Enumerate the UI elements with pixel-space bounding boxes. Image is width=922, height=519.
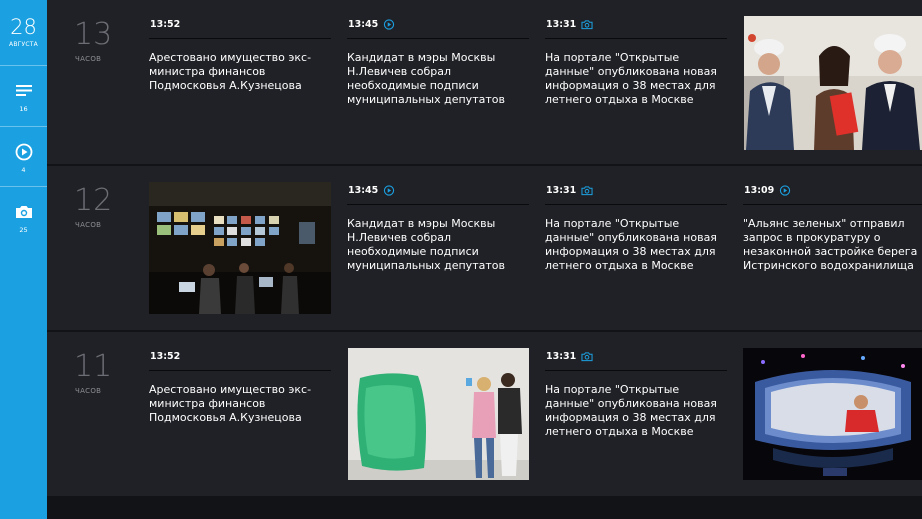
news-card[interactable]: 13:31 На портале "Открытые данные" опубл…	[545, 166, 727, 330]
sidebar-item-video[interactable]: 4	[0, 126, 47, 187]
divider	[545, 370, 727, 371]
news-count: 16	[19, 105, 28, 113]
play-icon	[779, 185, 791, 196]
date-day: 28	[10, 15, 37, 39]
news-card[interactable]: 13:52 Арестовано имущество экс-министра …	[149, 0, 331, 164]
hour-row-12: 12 ЧАСОВ 13:45 Кандидат в мэры Москвы Н.…	[47, 166, 922, 330]
video-count: 4	[21, 166, 26, 174]
news-card[interactable]: 13:52 Арестовано имущество экс-министра …	[149, 332, 331, 496]
sidebar-item-news[interactable]: 16	[0, 65, 47, 126]
news-headline: Кандидат в мэры Москвы Н.Левичев собрал …	[347, 217, 505, 272]
hour-row-11: 11 ЧАСОВ 13:52 Арестовано имущество экс-…	[47, 332, 922, 496]
news-time: 13:45	[348, 185, 379, 196]
divider	[149, 38, 331, 39]
divider	[743, 204, 922, 205]
news-time: 13:31	[546, 185, 577, 196]
camera-icon	[581, 20, 593, 30]
divider	[545, 38, 727, 39]
news-headline: На портале "Открытые данные" опубликован…	[545, 383, 717, 438]
hour-number: 11	[74, 349, 113, 384]
news-photo-stadium[interactable]	[743, 348, 922, 480]
news-headline: На портале "Открытые данные" опубликован…	[545, 217, 717, 272]
news-headline: Кандидат в мэры Москвы Н.Левичев собрал …	[347, 51, 505, 106]
news-headline: Арестовано имущество экс-министра финанс…	[149, 51, 312, 92]
news-card[interactable]: 13:31 На портале "Открытые данные" опубл…	[545, 332, 727, 496]
news-time: 13:09	[744, 185, 775, 196]
divider	[149, 370, 331, 371]
news-photo-gallery[interactable]	[348, 348, 529, 480]
play-icon	[383, 19, 395, 30]
hour-number: 12	[74, 183, 113, 218]
hour-row-13: 13 ЧАСОВ 13:52 Арестовано имущество экс-…	[47, 0, 922, 164]
camera-icon	[16, 206, 32, 218]
divider	[347, 38, 529, 39]
play-icon	[15, 143, 33, 161]
news-photo-officials[interactable]	[744, 16, 922, 150]
photo-count: 25	[19, 226, 28, 234]
news-card[interactable]: 13:45 Кандидат в мэры Москвы Н.Левичев с…	[347, 166, 529, 330]
news-card[interactable]: 13:45 Кандидат в мэры Москвы Н.Левичев с…	[347, 0, 529, 164]
list-icon	[16, 85, 32, 96]
news-time: 13:31	[546, 19, 577, 30]
hour-number: 13	[74, 17, 113, 52]
divider	[545, 204, 727, 205]
play-icon	[383, 185, 395, 196]
news-card[interactable]: 13:31 На портале "Открытые данные" опубл…	[545, 0, 727, 164]
news-headline: "Альянс зеленых" отправил запрос в проку…	[743, 217, 918, 272]
camera-icon	[581, 352, 593, 362]
hour-label: ЧАСОВ	[75, 387, 102, 395]
divider	[347, 204, 529, 205]
news-card[interactable]: 13:09 "Альянс зеленых" отправил запрос в…	[743, 166, 922, 330]
date-month: АВГУСТА	[9, 41, 38, 48]
camera-icon	[581, 186, 593, 196]
news-time: 13:52	[150, 19, 181, 30]
hour-label: ЧАСОВ	[75, 55, 102, 63]
sidebar: 28 АВГУСТА 16 4 25	[0, 0, 47, 519]
news-time: 13:31	[546, 351, 577, 362]
news-headline: Арестовано имущество экс-министра финанс…	[149, 383, 312, 424]
news-time: 13:52	[150, 351, 181, 362]
hour-label: ЧАСОВ	[75, 221, 102, 229]
news-photo-control-room[interactable]	[149, 182, 331, 314]
sidebar-item-photo[interactable]: 25	[0, 186, 47, 247]
news-headline: На портале "Открытые данные" опубликован…	[545, 51, 717, 106]
news-time: 13:45	[348, 19, 379, 30]
